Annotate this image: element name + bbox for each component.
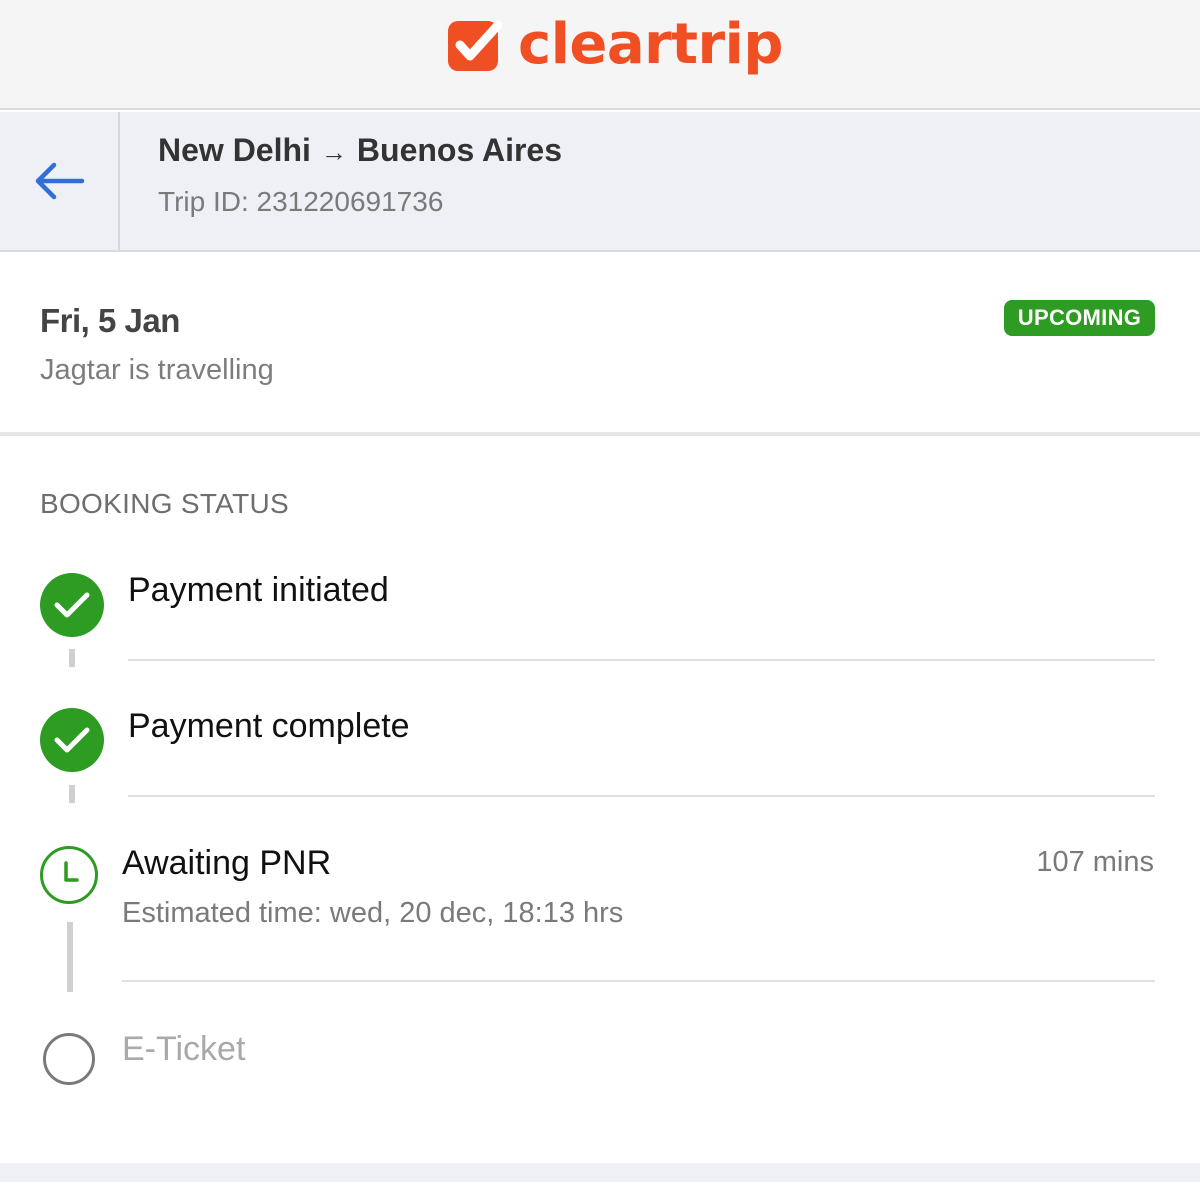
arrow-left-icon — [35, 162, 85, 200]
route-arrow: → — [320, 137, 347, 167]
step-payment-initiated: Payment initiated — [128, 571, 389, 609]
step-e-ticket: E-Ticket — [122, 1030, 246, 1068]
brand-name: cleartrip — [518, 12, 783, 77]
check-circle-icon — [40, 708, 104, 772]
trip-header: New Delhi → Buenos Aires Trip ID: 23122069… — [0, 112, 1200, 252]
estimated-time: Estimated time: wed, 20 dec, 18:13 hrs — [122, 897, 624, 929]
booking-status-title: BOOKING STATUS — [40, 488, 289, 519]
step-payment-complete: Payment complete — [128, 707, 410, 745]
trip-summary-card: Fri, 5 Jan Jagtar is travelling UPCOMING — [0, 254, 1200, 436]
step-divider — [128, 795, 1155, 797]
brand-header: cleartrip — [0, 0, 1200, 110]
step-divider — [128, 659, 1155, 661]
origin-city: New Delhi — [158, 132, 311, 168]
bottom-divider — [0, 1163, 1200, 1182]
trip-id: Trip ID: 231220691736 — [158, 186, 444, 217]
traveller-text: Jagtar is travelling — [40, 354, 274, 386]
clock-icon — [40, 846, 98, 904]
step-connector — [69, 649, 75, 667]
back-button[interactable] — [0, 112, 120, 250]
travel-date: Fri, 5 Jan — [40, 302, 180, 339]
status-badge: UPCOMING — [1004, 300, 1155, 336]
step-connector — [69, 785, 75, 803]
step-divider — [122, 980, 1155, 982]
check-circle-icon — [40, 573, 104, 637]
empty-circle-icon — [43, 1033, 95, 1085]
step-awaiting-pnr: Awaiting PNR — [122, 844, 332, 882]
check-square-icon — [448, 20, 502, 71]
step-connector — [67, 922, 73, 992]
destination-city: Buenos Aires — [356, 132, 563, 168]
trip-route: New Delhi → Buenos Aires — [158, 132, 562, 169]
time-remaining: 107 mins — [1036, 846, 1154, 878]
cleartrip-logo[interactable]: cleartrip — [446, 14, 783, 76]
